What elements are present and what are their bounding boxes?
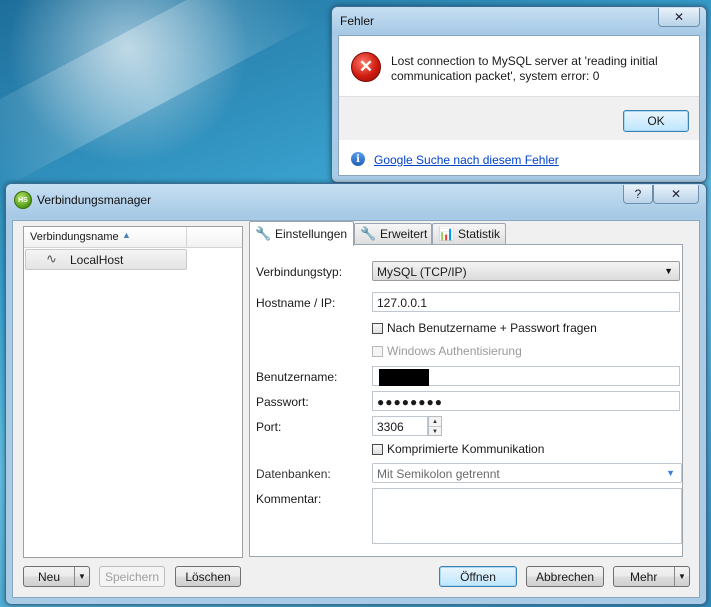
error-footer: i Google Suche nach diesem Fehler	[339, 140, 699, 175]
close-icon: ✕	[670, 187, 682, 201]
port-input[interactable]: 3306	[372, 416, 428, 436]
column-header-label: Verbindungsname	[30, 231, 119, 243]
databases-label: Datenbanken:	[256, 467, 331, 481]
column-header-connection-name[interactable]: Verbindungsname ▲	[24, 227, 187, 248]
session-list[interactable]: Verbindungsname ▲ ∿ LocalHost	[23, 226, 243, 558]
help-button[interactable]: ?	[623, 185, 653, 204]
tab-label: Statistik	[458, 227, 501, 241]
open-button[interactable]: Öffnen	[439, 566, 517, 587]
more-button[interactable]: Mehr ▼	[613, 566, 690, 587]
dolphin-icon: ∿	[46, 251, 57, 266]
ok-button[interactable]: OK	[623, 110, 689, 132]
more-button-label: Mehr	[630, 569, 658, 584]
port-value: 3306	[377, 420, 404, 434]
delete-button[interactable]: Löschen	[175, 566, 241, 587]
main-titlebar[interactable]: HS Verbindungsmanager ? ✕	[6, 184, 706, 218]
tab-einstellungen[interactable]: 🔧 Einstellungen	[249, 221, 354, 246]
connection-manager-window: HS Verbindungsmanager ? ✕ Verbindungsnam…	[5, 183, 707, 605]
google-search-link[interactable]: Google Suche nach diesem Fehler	[374, 153, 559, 167]
connection-type-value: MySQL (TCP/IP)	[377, 265, 467, 279]
wrench-icon: 🔧	[255, 226, 272, 241]
checkbox-box	[372, 322, 383, 334]
chevron-down-icon: ▼	[666, 468, 675, 478]
hostname-label: Hostname / IP:	[256, 296, 336, 310]
windows-auth-label: Windows Authentisierung	[387, 344, 522, 358]
settings-panel: Verbindungstyp: MySQL (TCP/IP) ▼ Hostnam…	[249, 244, 683, 557]
sort-ascending-icon: ▲	[122, 230, 131, 240]
chevron-down-icon: ▼	[664, 266, 673, 276]
compressed-checkbox[interactable]: Komprimierte Kommunikation	[372, 441, 544, 457]
redacted-username	[379, 369, 429, 386]
chevron-down-icon[interactable]: ▼	[674, 567, 689, 586]
save-button[interactable]: Speichern	[99, 566, 165, 587]
password-input[interactable]: ●●●●●●●●	[372, 391, 680, 411]
tab-label: Erweitert	[380, 227, 428, 241]
wrench-icon: 🔧	[360, 226, 377, 241]
stepper-up-icon[interactable]: ▲	[429, 417, 441, 427]
error-dialog: Fehler ✕ ✕ Lost connection to MySQL serv…	[331, 6, 707, 183]
tab-erweitert[interactable]: 🔧 Erweitert	[354, 223, 432, 244]
main-close-button[interactable]: ✕	[653, 185, 699, 204]
error-message-line-1: Lost connection to MySQL server at 'read…	[391, 54, 658, 68]
main-window-title: Verbindungsmanager	[37, 193, 152, 207]
error-dialog-close-button[interactable]: ✕	[658, 8, 700, 27]
main-client-area: Verbindungsname ▲ ∿ LocalHost 🔧 Einstell…	[12, 220, 700, 598]
cancel-button[interactable]: Abbrechen	[526, 566, 604, 587]
tab-statistik[interactable]: 📊 Statistik	[432, 223, 506, 244]
port-label: Port:	[256, 420, 282, 434]
tab-label: Einstellungen	[275, 227, 348, 241]
question-icon: ?	[634, 187, 642, 201]
new-button-label: Neu	[38, 569, 61, 584]
windows-auth-checkbox: Windows Authentisierung	[372, 343, 522, 359]
databases-select[interactable]: Mit Semikolon getrennt ▼	[372, 463, 682, 483]
list-item-localhost[interactable]: ∿ LocalHost	[25, 249, 187, 270]
comment-textarea[interactable]	[372, 488, 682, 544]
new-button[interactable]: Neu ▼	[23, 566, 90, 587]
bar-chart-icon: 📊	[438, 226, 455, 241]
port-stepper[interactable]: ▲ ▼	[428, 416, 442, 436]
password-label: Passwort:	[256, 395, 309, 409]
column-header-filler	[187, 227, 242, 248]
info-icon: i	[351, 152, 365, 166]
stepper-down-icon[interactable]: ▼	[429, 427, 441, 436]
error-message-area: ✕ Lost connection to MySQL server at 're…	[339, 36, 699, 96]
error-button-row: OK	[339, 96, 699, 142]
ask-credentials-label: Nach Benutzername + Passwort fragen	[387, 321, 597, 335]
connection-type-label: Verbindungstyp:	[256, 265, 343, 279]
username-input[interactable]	[372, 366, 680, 386]
list-item-label: LocalHost	[70, 253, 124, 267]
password-value: ●●●●●●●●	[377, 395, 443, 409]
error-dialog-title: Fehler	[340, 14, 375, 28]
heidisql-app-icon: HS	[14, 191, 32, 209]
checkbox-box	[372, 345, 383, 357]
error-dialog-titlebar[interactable]: Fehler ✕	[332, 7, 706, 35]
close-icon: ✕	[673, 10, 685, 24]
checkbox-box	[372, 443, 383, 455]
chevron-down-icon[interactable]: ▼	[74, 567, 89, 586]
desktop-light-streak	[0, 0, 318, 190]
compressed-label: Komprimierte Kommunikation	[387, 442, 545, 456]
ask-credentials-checkbox[interactable]: Nach Benutzername + Passwort fragen	[372, 320, 597, 336]
connection-type-select[interactable]: MySQL (TCP/IP) ▼	[372, 261, 680, 281]
error-message: Lost connection to MySQL server at 'read…	[391, 54, 691, 84]
comment-label: Kommentar:	[256, 492, 322, 506]
error-x-icon: ✕	[351, 52, 381, 82]
error-message-line-2: communication packet', system error: 0	[391, 69, 600, 83]
databases-placeholder: Mit Semikolon getrennt	[377, 467, 500, 481]
username-label: Benutzername:	[256, 370, 338, 384]
hostname-input[interactable]: 127.0.0.1	[372, 292, 680, 312]
hostname-value: 127.0.0.1	[377, 296, 428, 310]
error-dialog-body: ✕ Lost connection to MySQL server at 're…	[338, 35, 700, 176]
